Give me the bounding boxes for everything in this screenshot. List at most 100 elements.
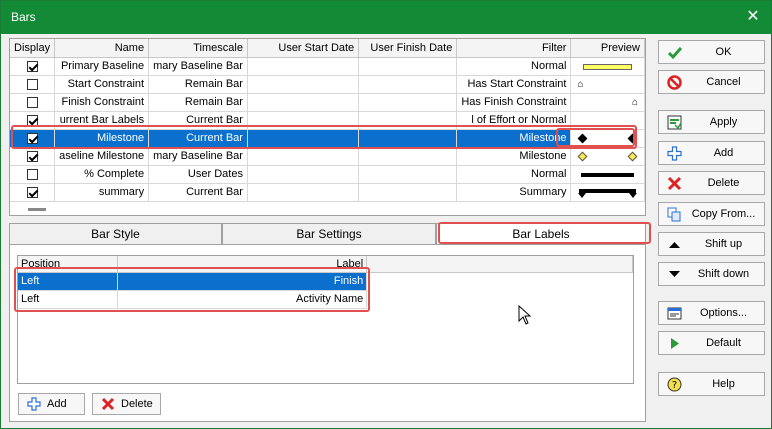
bar-preview <box>570 111 645 130</box>
delete-label-button[interactable]: Delete <box>92 393 161 415</box>
labels-header: Position Label <box>18 256 633 273</box>
shift-up-button[interactable]: Shift up <box>658 232 765 256</box>
row-timescale: mary Baseline Bar <box>148 57 248 76</box>
baseline-diamond-icon <box>627 151 638 161</box>
label-position: Left <box>18 290 119 309</box>
table-row[interactable]: aseline Milestone mary Baseline Bar Mile… <box>10 147 645 166</box>
col-timescale[interactable]: Timescale <box>148 39 248 58</box>
plus-icon <box>27 397 41 411</box>
row-timescale: Remain Bar <box>148 75 248 94</box>
col-display[interactable]: Display <box>10 39 56 58</box>
label-row-selected[interactable]: Left Finish <box>18 272 633 291</box>
table-row[interactable]: Primary Baseline mary Baseline Bar Norma… <box>10 57 645 76</box>
row-finish <box>358 93 458 112</box>
label-value: Activity Name <box>117 290 368 309</box>
table-row[interactable]: urrent Bar Labels Current Bar l of Effor… <box>10 111 645 130</box>
ok-label: OK <box>715 46 732 58</box>
bar-labels-panel: Position Label Left Finish Left Activity… <box>9 244 646 422</box>
col-empty <box>366 256 633 273</box>
mouse-cursor-icon <box>518 305 532 325</box>
col-filter[interactable]: Filter <box>456 39 572 58</box>
col-user-start-date[interactable]: User Start Date <box>247 39 360 58</box>
add-label-button[interactable]: Add <box>18 393 85 415</box>
cancel-button[interactable]: Cancel <box>658 70 765 94</box>
row-finish <box>358 165 458 184</box>
bar-preview <box>570 129 645 148</box>
row-start <box>247 165 360 184</box>
help-label: Help <box>712 378 735 390</box>
bar-preview <box>570 147 645 166</box>
row-start <box>247 129 360 148</box>
row-filter: Milestone <box>456 129 572 148</box>
display-checkbox[interactable] <box>10 111 56 130</box>
row-finish <box>358 75 458 94</box>
row-filter: l of Effort or Normal <box>456 111 572 130</box>
display-checkbox[interactable] <box>10 75 56 94</box>
close-icon[interactable]: ✕ <box>743 7 763 27</box>
apply-button[interactable]: Apply <box>658 110 765 134</box>
col-position[interactable]: Position <box>18 256 119 273</box>
table-row[interactable]: Start Constraint Remain Bar Has Start Co… <box>10 75 645 94</box>
svg-text:?: ? <box>672 380 677 391</box>
start-constraint-icon: ⌂ <box>577 78 584 90</box>
copy-from-label: Copy From... <box>691 208 756 220</box>
row-name: Primary Baseline <box>54 57 150 76</box>
table-row[interactable]: % Complete User Dates Normal <box>10 165 645 184</box>
default-button[interactable]: Default <box>658 331 765 355</box>
black-bar-icon <box>581 172 634 177</box>
col-label[interactable]: Label <box>117 256 368 273</box>
row-start <box>247 57 360 76</box>
delete-button[interactable]: Delete <box>658 171 765 195</box>
col-name[interactable]: Name <box>54 39 150 58</box>
yellow-bar-icon <box>583 63 632 70</box>
table-row[interactable]: summary Current Bar Summary <box>10 183 645 202</box>
ok-button[interactable]: OK <box>658 40 765 64</box>
row-finish <box>358 129 458 148</box>
row-timescale: Remain Bar <box>148 93 248 112</box>
tab-bar-settings[interactable]: Bar Settings <box>222 223 436 245</box>
bar-preview: ⌂ <box>570 93 645 112</box>
cancel-label: Cancel <box>706 76 741 88</box>
horizontal-scrollbar[interactable] <box>28 208 46 211</box>
display-checkbox[interactable] <box>10 93 56 112</box>
row-start <box>247 111 360 130</box>
copy-from-button[interactable]: Copy From... <box>658 202 765 226</box>
display-checkbox[interactable] <box>10 129 56 148</box>
row-name: Start Constraint <box>54 75 150 94</box>
row-timescale: Current Bar <box>148 129 248 148</box>
row-name: Finish Constraint <box>54 93 150 112</box>
row-name: Milestone <box>54 129 150 148</box>
bar-preview <box>570 183 645 202</box>
tab-strip: Bar Style Bar Settings Bar Labels <box>9 223 646 245</box>
display-checkbox[interactable] <box>10 57 56 76</box>
tab-bar-labels[interactable]: Bar Labels <box>436 223 646 245</box>
row-filter: Normal <box>456 57 572 76</box>
table-row-selected[interactable]: Milestone Current Bar Milestone <box>10 129 645 148</box>
table-row[interactable]: Finish Constraint Remain Bar Has Finish … <box>10 93 645 112</box>
tab-bar-style[interactable]: Bar Style <box>9 223 222 245</box>
triangle-down-icon <box>667 267 682 282</box>
cancel-icon <box>667 75 682 90</box>
labels-grid: Position Label Left Finish Left Activity… <box>17 255 634 384</box>
row-filter: Has Start Constraint <box>456 75 572 94</box>
delete-label-text: Delete <box>121 398 153 410</box>
row-start <box>247 93 360 112</box>
help-button[interactable]: ? Help <box>658 372 765 396</box>
row-filter: Normal <box>456 165 572 184</box>
row-timescale: User Dates <box>148 165 248 184</box>
shift-up-label: Shift up <box>704 238 743 250</box>
display-checkbox[interactable] <box>10 165 56 184</box>
shift-down-button[interactable]: Shift down <box>658 262 765 286</box>
display-checkbox[interactable] <box>10 147 56 166</box>
col-user-finish-date[interactable]: User Finish Date <box>358 39 458 58</box>
bar-preview: ⌂ <box>570 75 645 94</box>
add-button[interactable]: Add <box>658 141 765 165</box>
col-preview[interactable]: Preview <box>570 39 645 58</box>
label-row[interactable]: Left Activity Name <box>18 290 633 309</box>
milestone-diamond-icon <box>578 133 588 143</box>
options-button[interactable]: Options... <box>658 301 765 325</box>
row-filter: Summary <box>456 183 572 202</box>
copy-icon <box>667 207 682 222</box>
display-checkbox[interactable] <box>10 183 56 202</box>
row-timescale: mary Baseline Bar <box>148 147 248 166</box>
